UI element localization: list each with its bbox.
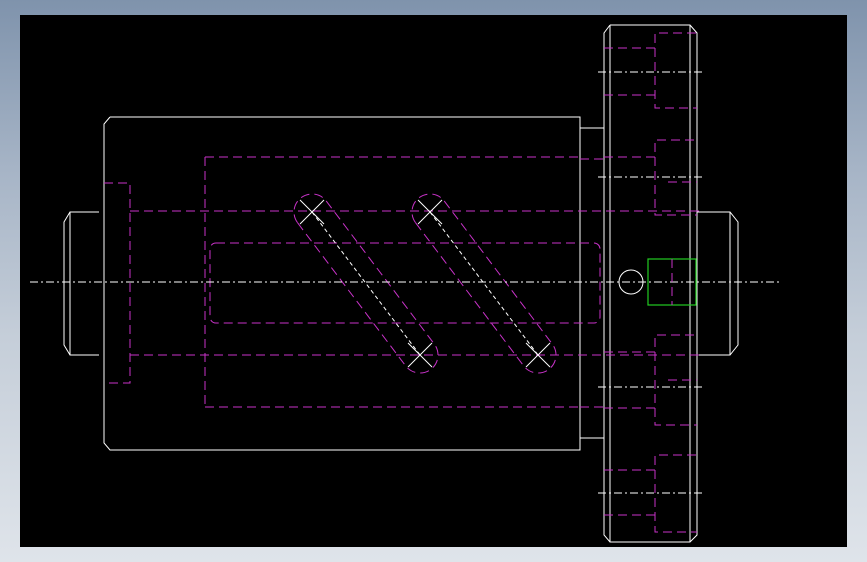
hidden-left-recess bbox=[104, 182, 131, 384]
slot-centerline-1 bbox=[311, 211, 421, 356]
hidden-diagonal-slot-1 bbox=[293, 193, 439, 374]
right-shaft-outline bbox=[697, 211, 739, 356]
main-body-outline bbox=[103, 116, 581, 451]
flange-outline bbox=[603, 24, 698, 543]
slot-centerline-2 bbox=[429, 211, 539, 356]
hidden-inner-slot bbox=[209, 242, 601, 324]
cad-viewport[interactable] bbox=[20, 15, 847, 547]
hidden-diagonal-slot-2 bbox=[411, 193, 557, 374]
left-shaft-outline bbox=[63, 211, 99, 356]
hidden-flange-hole-1 bbox=[604, 32, 697, 109]
cad-drawing-svg bbox=[30, 24, 780, 543]
